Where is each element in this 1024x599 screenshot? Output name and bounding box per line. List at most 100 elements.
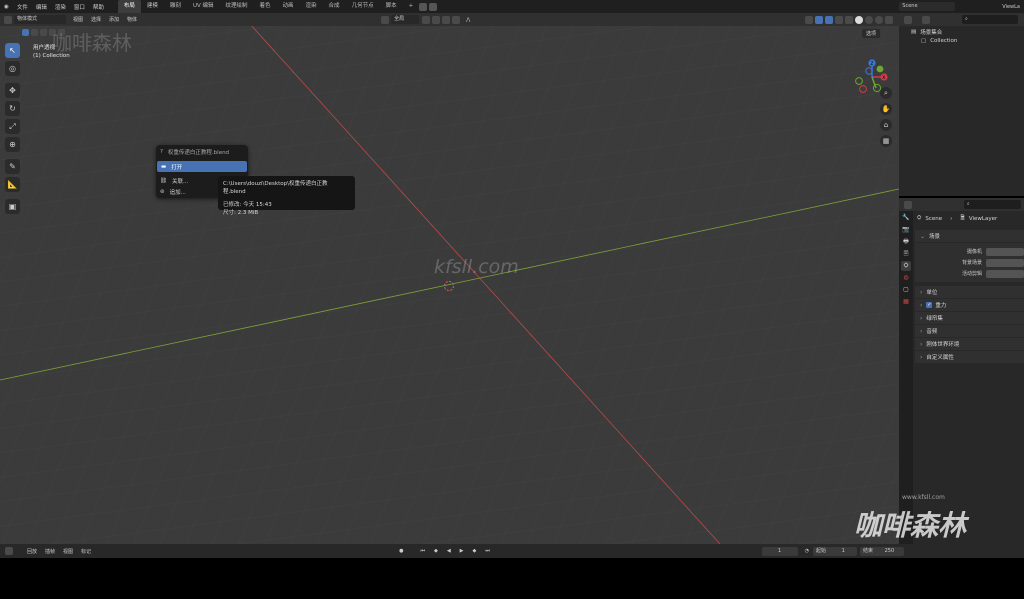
jump-keyframe-forward-icon[interactable]: ◆ [469,546,480,556]
snap-icon[interactable] [432,15,441,24]
pivot-icon[interactable] [422,15,431,24]
transform-tool-icon[interactable]: ⊕ [5,137,20,152]
menu-help[interactable]: 帮助 [89,3,108,11]
jump-keyframe-back-icon[interactable]: ◆ [430,546,441,556]
custom-properties-panel-header[interactable]: › 自定义属性 [915,351,1024,363]
tab-layout[interactable]: 布局 [117,0,141,13]
pan-hand-icon[interactable]: ✋ [880,103,892,115]
tool-tab-icon[interactable]: 🔧 [901,213,911,223]
shading-wireframe-icon[interactable] [845,15,853,24]
menu-playback[interactable]: 回放 [23,548,41,555]
properties-search-input[interactable]: ⌕ [963,200,1021,209]
transform-orientation-selector[interactable]: 全局 [391,15,420,24]
xray-icon[interactable] [835,15,843,24]
orientation-icon[interactable] [381,15,390,24]
outliner-scene-collection[interactable]: ▤ 场景集合 [911,28,942,36]
falloff-icon[interactable]: ⋀ [462,17,474,23]
annotate-tool-icon[interactable]: ✎ [5,159,20,174]
shading-options-icon[interactable] [885,15,893,24]
start-frame-field[interactable]: 起始 1 [813,546,857,556]
play-reverse-icon[interactable]: ◀ [443,546,454,556]
menu-edit[interactable]: 编辑 [32,3,51,11]
camera-view-icon[interactable]: ⌂ [880,119,892,131]
world-tab-icon[interactable]: ◍ [901,273,911,283]
units-panel-header[interactable]: › 单位 [915,286,1024,298]
outliner-collection[interactable]: ▢ Collection [921,38,957,44]
current-frame-field[interactable]: 1 [761,546,798,556]
view-layer-selector[interactable]: ViewLa [998,4,1024,10]
tab-modeling[interactable]: 建模 [141,0,164,13]
menu-marker[interactable]: 标记 [77,548,95,555]
tab-shading[interactable]: 着色 [254,0,277,13]
play-icon[interactable]: ▶ [456,546,467,556]
visibility-icon[interactable] [805,15,813,24]
tab-uv-editing[interactable]: UV 编辑 [187,0,220,13]
menu-timeline-view[interactable]: 视图 [59,548,77,555]
scale-tool-icon[interactable]: ⤢ [5,119,20,134]
shading-rendered-icon[interactable] [875,15,883,24]
outliner-editor-icon[interactable] [904,15,912,24]
options-dropdown[interactable]: 选项 [862,29,881,38]
select-box-tool-icon[interactable]: ↖ [5,43,20,58]
scene-selector[interactable]: Scene [899,2,956,11]
scene-tab-icon[interactable]: ⛭ [901,261,911,271]
select-subtract-icon[interactable] [40,29,47,36]
jump-start-icon[interactable]: ⏮ [417,546,428,556]
select-new-icon[interactable] [22,29,29,36]
cursor-tool-icon[interactable]: ◎ [5,61,20,76]
context-menu-open[interactable]: ▬ 打开 [157,161,247,172]
menu-file[interactable]: 文件 [13,3,32,11]
proportional-edit-icon[interactable] [452,15,461,24]
menu-window[interactable]: 窗口 [70,3,89,11]
collection-tab-icon[interactable]: ▢ [901,285,911,295]
workspace-toggle-icon[interactable] [419,2,428,11]
stopwatch-icon[interactable]: ◔ [801,548,813,554]
shading-solid-icon[interactable] [855,15,863,24]
scene-panel-header[interactable]: ⌄ 场景 [915,230,1024,242]
mode-selector[interactable]: 物体模式 [14,15,66,24]
menu-keying[interactable]: 插帧 [41,548,59,555]
output-tab-icon[interactable]: 🖶 [901,237,911,247]
outliner-display-icon[interactable] [922,15,930,24]
rigid-body-world-panel-header[interactable]: › 刚体世界环境 [915,338,1024,350]
menu-select[interactable]: 选择 [87,16,105,23]
overlay-toggle-icon[interactable] [825,15,833,24]
gravity-panel-header[interactable]: › ✓ 重力 [915,299,1024,311]
menu-render[interactable]: 渲染 [51,3,70,11]
3d-viewport[interactable]: 物体模式 视图 选择 添加 物体 全局 ⋀ 用户透视 (1) Collectio… [0,13,899,544]
ortho-grid-icon[interactable]: ▦ [880,135,892,147]
tab-animation[interactable]: 动画 [277,0,300,13]
tab-rendering[interactable]: 渲染 [300,0,323,13]
menu-view[interactable]: 视图 [69,16,87,23]
tab-geometry-nodes[interactable]: 几何节点 [346,0,380,13]
render-tab-icon[interactable]: 📷 [901,225,911,235]
tab-sculpting[interactable]: 雕刻 [164,0,187,13]
gravity-checkbox[interactable]: ✓ [926,302,933,308]
background-scene-field[interactable]: 背景场景 [915,257,1024,268]
timeline-editor-icon[interactable] [5,547,13,555]
view-layer-tab-icon[interactable]: 🗎 [901,249,911,259]
add-workspace-button[interactable]: + [403,0,420,13]
end-frame-field[interactable]: 结束 250 [860,546,904,556]
editor-type-icon[interactable] [4,15,12,24]
menu-object[interactable]: 物体 [123,16,141,23]
menu-add[interactable]: 添加 [105,16,123,23]
move-tool-icon[interactable]: ✥ [5,83,20,98]
outliner-search-input[interactable]: ⌕ [962,15,1018,24]
gizmo-toggle-icon[interactable] [815,15,823,24]
camera-field[interactable]: 摄像机 [915,246,1024,257]
tab-scripting[interactable]: 脚本 [380,0,403,13]
audio-panel-header[interactable]: › 音频 [915,325,1024,337]
zoom-icon[interactable]: ⌕ [880,87,892,99]
blender-logo-icon[interactable]: ◉ [0,4,13,10]
tab-texture-paint[interactable]: 纹理绘制 [219,0,253,13]
shading-material-icon[interactable] [865,15,873,24]
record-icon[interactable]: ● [395,548,407,554]
select-extend-icon[interactable] [31,29,38,36]
tab-compositing[interactable]: 合成 [323,0,346,13]
jump-end-icon[interactable]: ⏭ [482,546,493,556]
workspace-toggle2-icon[interactable] [429,2,438,11]
snap-target-icon[interactable] [442,15,451,24]
properties-editor-icon[interactable] [904,200,912,209]
add-cube-tool-icon[interactable]: ▣ [5,199,20,214]
